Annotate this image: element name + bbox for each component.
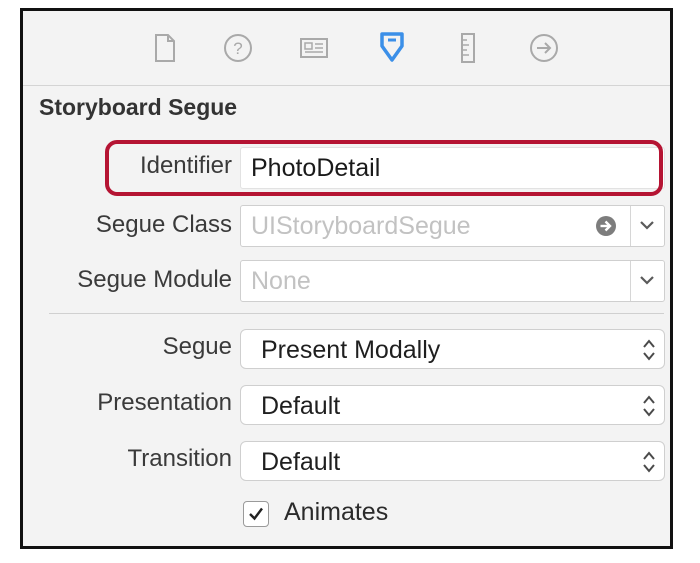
segue-popup[interactable]: Present Modally [240, 329, 665, 369]
go-to-class-icon[interactable] [595, 215, 617, 237]
divider [49, 313, 664, 314]
presentation-label: Presentation [97, 389, 232, 416]
segue-label: Segue [162, 333, 232, 360]
animates-checkbox[interactable] [243, 501, 269, 527]
svg-text:?: ? [233, 39, 242, 58]
segue-module-field[interactable]: None [240, 260, 665, 302]
chevron-down-icon [640, 221, 654, 230]
connections-inspector-icon[interactable] [527, 31, 561, 65]
attributes-inspector-icon[interactable] [375, 31, 409, 65]
transition-label: Transition [127, 445, 232, 472]
segue-module-placeholder: None [251, 267, 311, 295]
checkmark-icon [249, 507, 263, 521]
attributes-inspector-panel: ? Storyboard Segue Identifier PhotoDetai… [20, 8, 673, 549]
size-inspector-icon[interactable] [451, 31, 485, 65]
segue-module-label: Segue Module [77, 266, 232, 293]
file-inspector-icon[interactable] [147, 31, 181, 65]
identity-inspector-icon[interactable] [297, 31, 331, 65]
transition-selected-value: Default [261, 448, 341, 476]
section-title: Storyboard Segue [39, 94, 238, 120]
segue-class-field[interactable]: UIStoryboardSegue [240, 205, 665, 247]
transition-popup[interactable]: Default [240, 441, 665, 481]
presentation-popup[interactable]: Default [240, 385, 665, 425]
up-down-arrows-icon [643, 451, 655, 473]
inspector-toolbar: ? [23, 11, 670, 86]
segue-class-label: Segue Class [95, 211, 232, 238]
segue-selected-value: Present Modally [261, 336, 441, 364]
presentation-selected-value: Default [261, 392, 341, 420]
animates-label[interactable]: Animates [284, 498, 388, 527]
identifier-highlight [105, 140, 663, 196]
quick-help-icon[interactable]: ? [221, 31, 255, 65]
segue-module-dropdown-button[interactable] [630, 261, 664, 301]
up-down-arrows-icon [643, 339, 655, 361]
segue-class-placeholder: UIStoryboardSegue [251, 212, 471, 240]
segue-class-dropdown-button[interactable] [630, 206, 664, 246]
chevron-down-icon [640, 276, 654, 285]
up-down-arrows-icon [643, 395, 655, 417]
